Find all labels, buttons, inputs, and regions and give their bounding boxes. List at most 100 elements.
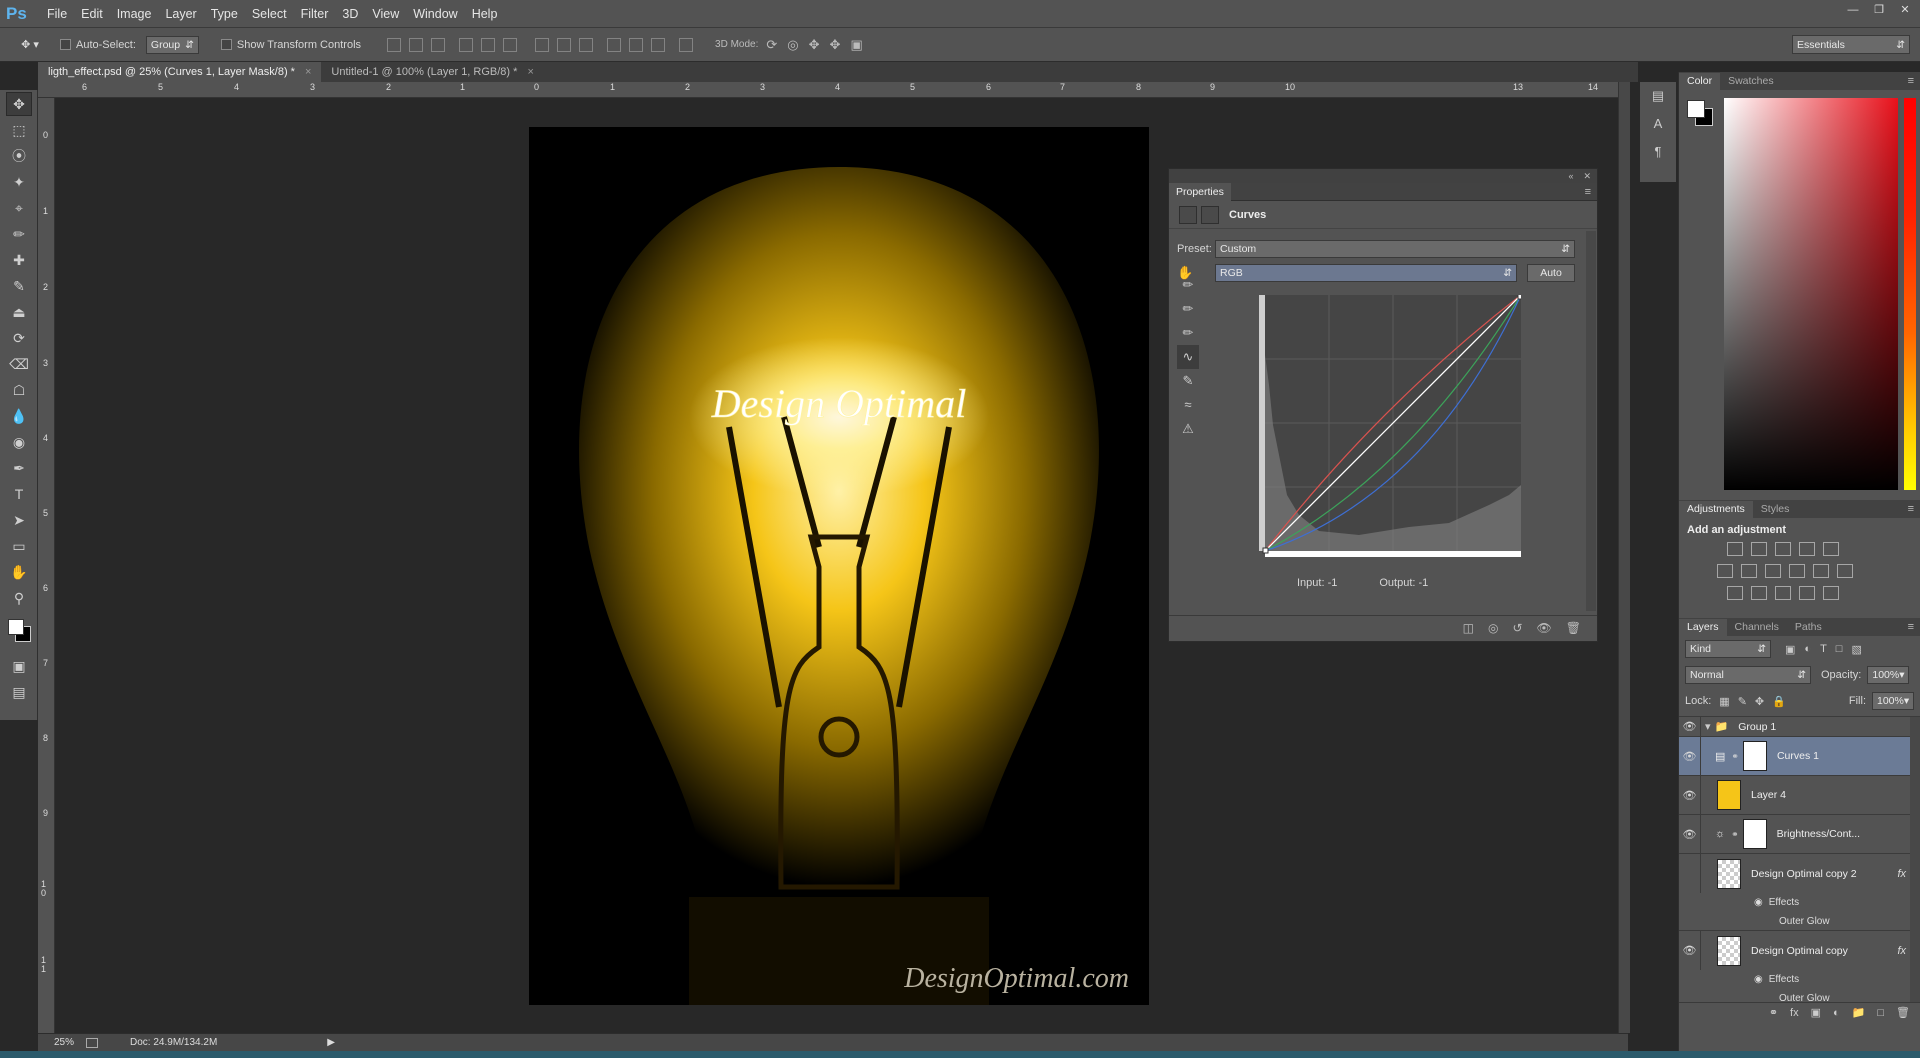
status-menu-arrow-icon[interactable]: ▶ [327,1037,335,1048]
vibrance-icon[interactable] [1823,542,1839,556]
clone-stamp-icon[interactable]: ⏏ [6,300,32,324]
layer-thumbnail[interactable] [1717,935,1741,966]
paragraph-panel-icon[interactable]: ¶ [1640,138,1676,166]
new-layer-icon[interactable]: □ [1877,1007,1884,1019]
filter-pixel-icon[interactable]: ▣ [1785,643,1795,656]
filter-type-icon[interactable]: T [1820,643,1827,655]
menu-view[interactable]: View [365,0,406,28]
blend-mode-dropdown[interactable]: Normal ⇵ [1685,666,1811,684]
layer-group-row[interactable]: 👁 ▾ 📁 Group 1 [1679,717,1920,737]
visibility-toggle-off[interactable] [1679,854,1701,893]
visibility-eye-icon[interactable]: ◉ [1754,897,1763,908]
smooth-curve-icon[interactable]: ≈ [1177,393,1199,417]
hue-saturation-icon[interactable] [1717,564,1733,578]
brush-tool-icon[interactable]: ✎ [6,274,32,298]
layer-mask-thumbnail[interactable] [1742,819,1767,849]
curves-graph[interactable] [1259,295,1521,559]
layers-scrollbar[interactable] [1910,717,1920,1002]
eraser-tool-icon[interactable]: ⌫ [6,352,32,376]
close-icon[interactable]: × [305,62,311,82]
invert-icon[interactable] [1727,586,1743,600]
visibility-eye-icon[interactable]: ◉ [1754,974,1763,985]
color-balance-icon[interactable] [1741,564,1757,578]
visibility-eye-icon[interactable]: 👁 [1679,775,1701,815]
auto-align-icon[interactable] [679,37,694,52]
menu-file[interactable]: File [40,0,74,28]
layer-mask-thumbnail[interactable] [1742,741,1767,771]
visibility-eye-icon[interactable]: 👁 [1537,621,1552,635]
close-icon[interactable]: × [527,62,533,82]
move-tool-icon[interactable]: ✥ [6,92,32,116]
clip-to-layer-icon[interactable]: ◫ [1463,621,1474,635]
blur-tool-icon[interactable]: 💧 [6,404,32,428]
levels-icon[interactable] [1751,542,1767,556]
crop-tool-icon[interactable]: ⌖ [6,196,32,220]
3d-pan-icon[interactable]: ✥ [809,37,820,53]
move-tool-preset-icon[interactable]: ✥ ▾ [0,28,60,62]
add-mask-icon[interactable]: ▣ [1811,1006,1821,1019]
foreground-color-swatch[interactable] [8,619,24,635]
menu-layer[interactable]: Layer [158,0,203,28]
channel-mixer-icon[interactable] [1813,564,1829,578]
eyedropper-tool-icon[interactable]: ✏ [6,222,32,246]
3d-orbit-icon[interactable]: ⟳ [766,37,777,53]
curves-adjustment-icon[interactable] [1179,205,1197,224]
effect-item[interactable]: Outer Glow [1679,912,1920,931]
zoom-tool-icon[interactable]: ⚲ [6,586,32,610]
rectangle-tool-icon[interactable]: ▭ [6,534,32,558]
fx-badge[interactable]: fx [1897,945,1906,957]
document-image[interactable]: Design Optimal DesignOptimal.com [529,127,1149,1005]
auto-select-target-dropdown[interactable]: Group ⇵ [145,35,199,54]
3d-roll-icon[interactable]: ◎ [787,37,798,53]
delete-layer-icon[interactable]: 🗑 [1896,1006,1910,1019]
layer-row[interactable]: 👁 Design Optimal copy fx [1679,931,1920,970]
close-icon[interactable]: ✕ [1583,171,1591,182]
white-point-eyedropper-icon[interactable]: ✏ [1177,321,1199,345]
workspace-dropdown[interactable]: Essentials ⇵ [1792,35,1910,54]
hand-tool-icon[interactable]: ✋ [6,560,32,584]
view-previous-icon[interactable]: ◎ [1488,621,1498,635]
distribute-right-icon[interactable] [651,37,666,52]
auto-button[interactable]: Auto [1527,264,1575,282]
magic-wand-icon[interactable]: ✦ [6,170,32,194]
layer-row-selected[interactable]: 👁 ▤ ⚭ Curves 1 [1679,736,1920,776]
3d-scale-icon[interactable]: ▣ [850,37,862,53]
delete-icon[interactable]: 🗑 [1566,621,1581,635]
align-hcenter-icon[interactable] [481,37,496,52]
add-style-icon[interactable]: fx [1790,1007,1799,1019]
history-brush-icon[interactable]: ⟳ [6,326,32,350]
tab-properties[interactable]: Properties [1169,182,1231,201]
character-panel-icon[interactable]: A [1640,110,1676,138]
reset-icon[interactable]: ↺ [1512,621,1522,635]
tab-untitled-1[interactable]: Untitled-1 @ 100% (Layer 1, RGB/8) * × [321,62,543,82]
posterize-icon[interactable] [1751,586,1767,600]
gray-point-eyedropper-icon[interactable]: ✏ [1177,297,1199,321]
dodge-tool-icon[interactable]: ◉ [6,430,32,454]
lock-pixels-icon[interactable]: ✎ [1738,695,1747,708]
distribute-hcenter-icon[interactable] [629,37,644,52]
menu-edit[interactable]: Edit [74,0,110,28]
layer-row[interactable]: 👁 Layer 4 [1679,775,1920,815]
history-panel-icon[interactable]: ▤ [1640,82,1676,110]
tab-channels[interactable]: Channels [1727,619,1787,636]
collapse-icon[interactable]: « [1568,171,1573,181]
black-point-eyedropper-icon[interactable]: ✏ [1177,273,1199,297]
3d-slide-icon[interactable]: ✥ [830,37,841,53]
lock-transparency-icon[interactable]: ▦ [1719,695,1729,708]
tab-paths[interactable]: Paths [1787,619,1830,636]
panel-menu-icon[interactable]: ≡ [1908,619,1920,636]
effects-row[interactable]: ◉ Effects [1679,893,1920,912]
layer-filter-dropdown[interactable]: Kind ⇵ [1685,640,1771,658]
effects-row[interactable]: ◉ Effects [1679,970,1920,989]
align-right-icon[interactable] [503,37,518,52]
visibility-eye-icon[interactable]: 👁 [1679,931,1701,970]
mask-icon[interactable] [1201,205,1219,224]
effect-item[interactable]: Outer Glow [1679,989,1920,1002]
layer-row[interactable]: 👁 ☼ ⚭ Brightness/Cont... [1679,814,1920,854]
quick-mask-icon[interactable]: ▣ [6,654,32,678]
zoom-level[interactable]: 25% [54,1037,74,1048]
filter-shape-icon[interactable]: □ [1836,643,1843,655]
tab-layers[interactable]: Layers [1679,619,1727,636]
threshold-icon[interactable] [1775,586,1791,600]
fill-field[interactable]: 100% ▾ [1872,692,1914,710]
